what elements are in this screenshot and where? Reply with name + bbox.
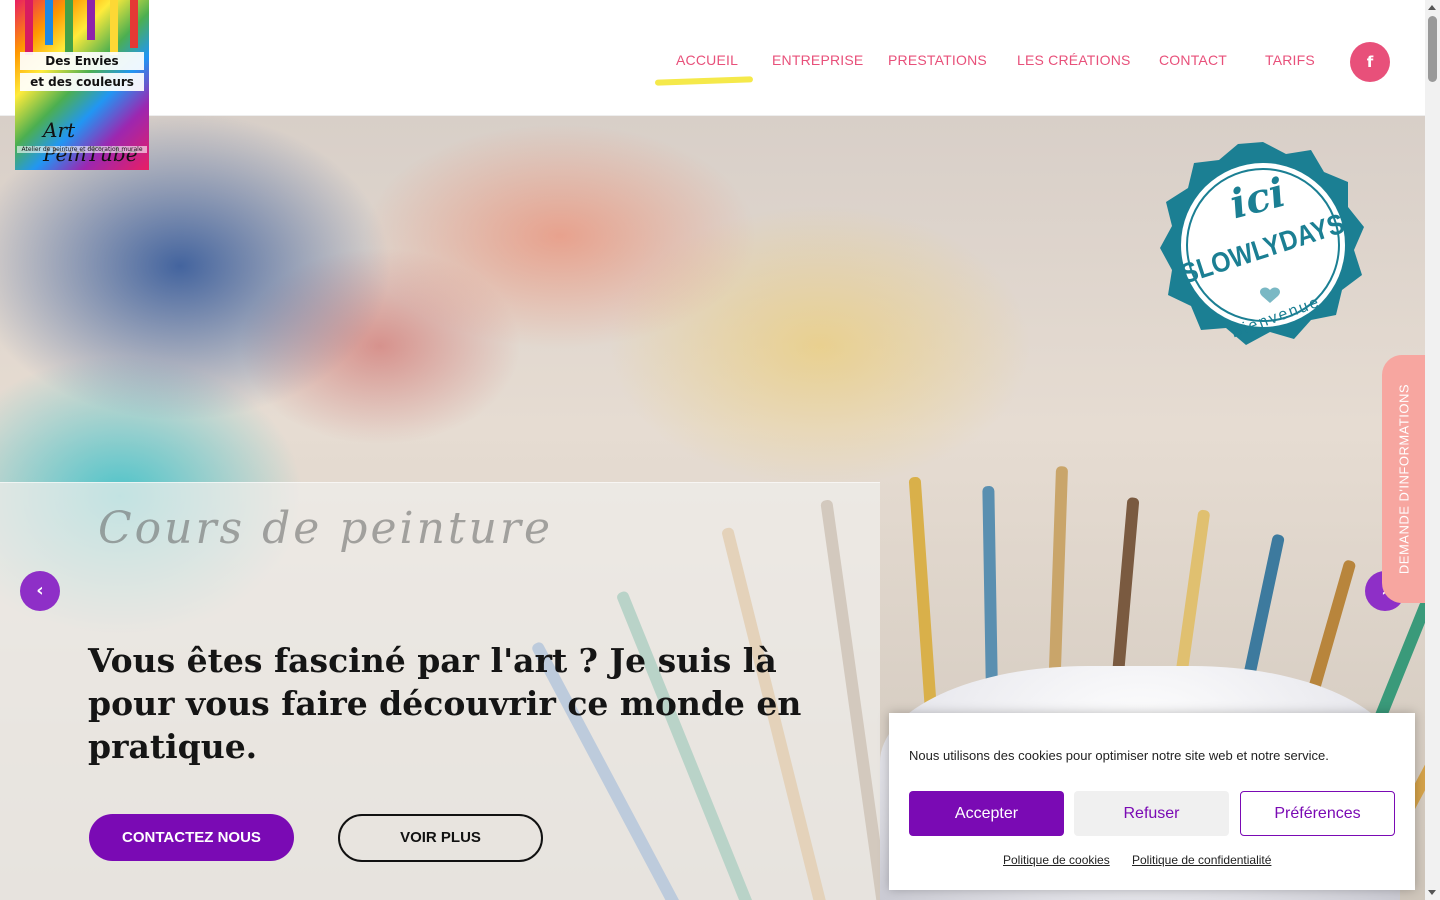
nav-item-les-creations[interactable]: LES CRÉATIONS (1017, 52, 1131, 68)
see-more-button[interactable]: VOIR PLUS (338, 814, 543, 862)
nav-item-prestations[interactable]: PRESTATIONS (888, 52, 987, 68)
info-request-label: DEMANDE D'INFORMATIONS (1396, 383, 1411, 575)
privacy-policy-link[interactable]: Politique de confidentialité (1132, 853, 1271, 867)
cookie-policy-link[interactable]: Politique de cookies (1003, 853, 1110, 867)
nav-item-entreprise[interactable]: ENTREPRISE (772, 52, 863, 68)
cookie-preferences-button[interactable]: Préférences (1240, 791, 1395, 836)
contact-button[interactable]: CONTACTEZ NOUS (89, 814, 294, 861)
hero-headline: Vous êtes fasciné par l'art ? Je suis là… (88, 641, 802, 766)
slowlydays-badge: ici SLOWLYDAYS Bienvenue (1160, 142, 1364, 345)
cookie-banner: Nous utilisons des cookies pour optimise… (889, 713, 1415, 890)
logo-subtitle: Atelier de peinture et décoration murale (17, 146, 147, 153)
logo-brand: Art PeinTube (43, 118, 138, 166)
scroll-thumb[interactable] (1428, 16, 1437, 82)
facebook-icon[interactable]: f (1350, 42, 1390, 82)
site-header: ACCUEIL ENTREPRISE PRESTATIONS LES CRÉAT… (0, 0, 1425, 116)
cookie-accept-button[interactable]: Accepter (909, 791, 1064, 836)
info-request-tab[interactable]: DEMANDE D'INFORMATIONS (1382, 355, 1425, 603)
hero-text-panel: Cours de peinture Vous êtes fasciné par … (0, 482, 880, 900)
nav-item-tarifs[interactable]: TARIFS (1265, 52, 1315, 68)
slider-prev-arrow-icon[interactable]: ‹ (20, 571, 60, 611)
logo-line-2: et des couleurs (20, 73, 144, 91)
nav-item-contact[interactable]: CONTACT (1159, 52, 1227, 68)
page-scrollbar[interactable] (1425, 0, 1440, 900)
cookie-refuse-button[interactable]: Refuser (1074, 791, 1229, 836)
active-nav-underline (654, 76, 754, 86)
cookie-message: Nous utilisons des cookies pour optimise… (909, 748, 1329, 763)
nav-item-accueil[interactable]: ACCUEIL (676, 52, 738, 68)
logo-line-1: Des Envies (20, 52, 144, 70)
hero-script-title: Cours de peinture (98, 503, 553, 554)
scroll-up-arrow-icon[interactable] (1428, 5, 1436, 10)
scroll-down-arrow-icon[interactable] (1428, 890, 1436, 895)
site-logo[interactable]: Des Envies et des couleurs Art PeinTube … (15, 0, 149, 170)
